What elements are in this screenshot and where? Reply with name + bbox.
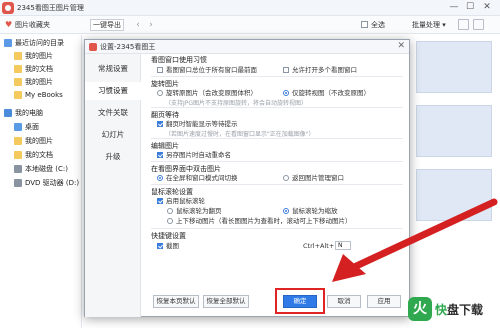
sidebar-item-drive-c[interactable]: 本地磁盘 (C:) bbox=[0, 163, 82, 175]
divider bbox=[151, 184, 403, 185]
sidebar-item-desktop[interactable]: 桌面 bbox=[0, 121, 82, 133]
sidebar-recent-header[interactable]: 最近访问的目录 bbox=[0, 37, 82, 49]
watermark-logo: 火 快盘下载 bbox=[408, 295, 498, 325]
app-titlebar: 2345看图王图片管理 — ☐ ✕ bbox=[0, 0, 500, 16]
divider bbox=[151, 228, 403, 229]
forward-arrow-icon[interactable]: › bbox=[146, 19, 156, 31]
batch-process-menu[interactable]: 批量处理 ▾ bbox=[412, 19, 446, 31]
select-all-label: 全选 bbox=[371, 21, 385, 29]
main-toolbar: ♥ 图片收藏夹 一键导出 ‹ › 全选 批量处理 ▾ bbox=[0, 16, 500, 34]
divider bbox=[151, 161, 403, 162]
window-close-button[interactable]: ✕ bbox=[480, 1, 494, 14]
hotkey-combo-label: Ctrl+Alt+ bbox=[303, 242, 335, 250]
sidebar-pc-header[interactable]: 我的电脑 bbox=[0, 107, 82, 119]
sidebar-item-my-pictures[interactable]: 我的图片 bbox=[0, 50, 82, 62]
thumbnail[interactable] bbox=[416, 169, 492, 221]
sidebar-item-my-documents[interactable]: 我的文档 bbox=[0, 63, 82, 75]
watermark-badge-icon: 火 bbox=[408, 297, 432, 321]
favorites-link[interactable]: 图片收藏夹 bbox=[15, 19, 50, 31]
sidebar-item-pc-documents[interactable]: 我的文档 bbox=[0, 149, 82, 161]
folder-icon bbox=[14, 65, 22, 73]
apply-button[interactable]: 应用 bbox=[367, 295, 401, 308]
drive-icon bbox=[14, 165, 22, 173]
dialog-title: 设置-2345看图王 bbox=[100, 43, 156, 51]
hotkey-key-select[interactable]: N bbox=[335, 241, 351, 250]
cancel-button[interactable]: 取消 bbox=[327, 295, 361, 308]
dialog-logo-icon bbox=[89, 43, 97, 51]
rotate-hint: （支持JPG图片不支持原图旋转，将会自动旋转视图） bbox=[165, 100, 308, 107]
page-wait-hint: （若图片速度过慢时，在看图窗口显示"正在加载图像"） bbox=[165, 131, 315, 138]
folder-icon bbox=[14, 52, 22, 60]
ok-button[interactable]: 确定 bbox=[283, 295, 317, 308]
dialog-footer: 恢复本页默认 恢复全部默认 确定 取消 应用 bbox=[141, 286, 409, 317]
desktop-icon bbox=[14, 123, 22, 131]
view-mode-icon[interactable] bbox=[458, 19, 469, 30]
folder-icon bbox=[14, 78, 22, 86]
tab-file-association[interactable]: 文件关联 bbox=[85, 104, 141, 122]
settings-dialog: 设置-2345看图王 ✕ 常规设置 习惯设置 文件关联 幻灯片 升级 看图窗口使… bbox=[84, 39, 410, 317]
sidebar-item-drive-d[interactable]: DVD 驱动器 (D:) bbox=[0, 177, 82, 189]
heart-icon: ♥ bbox=[5, 20, 13, 29]
section-title: 旋转图片 bbox=[151, 80, 179, 88]
section-title: 在看图界面中双击图片 bbox=[151, 165, 221, 173]
app-title: 2345看图王图片管理 bbox=[17, 4, 84, 12]
divider bbox=[151, 76, 403, 77]
section-title: 快捷键设置 bbox=[151, 232, 186, 240]
maximize-button[interactable]: ☐ bbox=[463, 1, 477, 14]
restore-page-default-button[interactable]: 恢复本页默认 bbox=[153, 295, 199, 308]
divider bbox=[151, 138, 403, 139]
section-title: 翻页等待 bbox=[151, 111, 179, 119]
export-button[interactable]: 一键导出 bbox=[90, 19, 124, 31]
sort-icon[interactable] bbox=[473, 19, 484, 30]
tab-habit-settings[interactable]: 习惯设置 bbox=[85, 82, 141, 100]
computer-icon bbox=[4, 109, 12, 117]
sidebar: 最近访问的目录 我的图片 我的文档 我的图片 My eBooks 我的电脑 桌面… bbox=[0, 35, 82, 328]
section-title: 编辑图片 bbox=[151, 142, 179, 150]
tab-slideshow[interactable]: 幻灯片 bbox=[85, 126, 141, 144]
divider bbox=[151, 107, 403, 108]
thumbnail[interactable] bbox=[416, 105, 492, 157]
folder-icon bbox=[14, 91, 22, 99]
folder-icon bbox=[14, 137, 22, 145]
dvd-drive-icon bbox=[14, 179, 22, 187]
restore-all-default-button[interactable]: 恢复全部默认 bbox=[203, 295, 249, 308]
dialog-nav: 常规设置 习惯设置 文件关联 幻灯片 升级 bbox=[85, 54, 141, 317]
app-logo-icon bbox=[2, 2, 14, 14]
select-all-checkbox[interactable] bbox=[361, 21, 368, 28]
sidebar-item-my-pictures-2[interactable]: 我的图片 bbox=[0, 76, 82, 88]
dialog-titlebar: 设置-2345看图王 ✕ bbox=[85, 40, 409, 54]
recent-folder-icon bbox=[4, 39, 12, 47]
back-arrow-icon[interactable]: ‹ bbox=[133, 19, 143, 31]
thumbnail[interactable] bbox=[416, 41, 492, 93]
dialog-close-button[interactable]: ✕ bbox=[397, 41, 405, 51]
section-title: 看图窗口使用习惯 bbox=[151, 56, 207, 64]
folder-icon bbox=[14, 151, 22, 159]
minimize-button[interactable]: — bbox=[447, 1, 461, 14]
section-title: 鼠标滚轮设置 bbox=[151, 188, 193, 196]
sidebar-item-my-ebooks[interactable]: My eBooks bbox=[0, 89, 82, 101]
tab-upgrade[interactable]: 升级 bbox=[85, 148, 141, 166]
dialog-body: 看图窗口使用习惯 看图窗口总位于所有窗口最前面 允许打开多个看图窗口 旋转图片 … bbox=[145, 54, 405, 282]
tab-general-settings[interactable]: 常规设置 bbox=[85, 60, 141, 78]
sidebar-item-pc-pictures[interactable]: 我的图片 bbox=[0, 135, 82, 147]
watermark-text: 快盘下载 bbox=[435, 303, 484, 317]
